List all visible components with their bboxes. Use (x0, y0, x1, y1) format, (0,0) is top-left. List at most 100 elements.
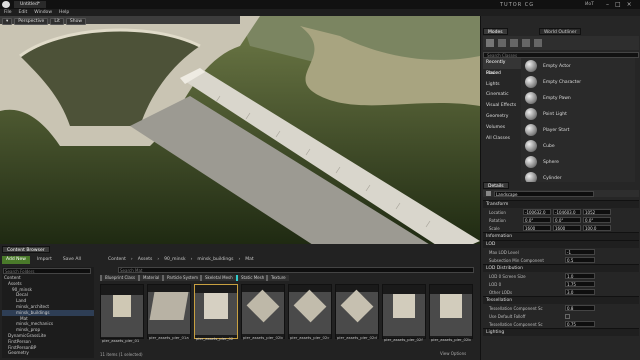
mesh-thumbnail (101, 295, 143, 337)
list-item[interactable]: Cylinder (525, 170, 635, 182)
category-geometry[interactable]: Geometry (483, 112, 521, 123)
list-item[interactable]: Sphere (525, 154, 635, 170)
list-item[interactable]: Empty Actor (525, 58, 635, 74)
place-mode-icon[interactable] (486, 39, 494, 47)
filter-material[interactable]: Material (138, 275, 163, 281)
menu-file[interactable]: File (4, 10, 12, 15)
category-cinematic[interactable]: Cinematic (483, 90, 521, 101)
list-item[interactable]: Point Light (525, 106, 635, 122)
tess1-field[interactable]: 0.8 (565, 305, 595, 311)
mesh-thumbnail (430, 294, 472, 336)
asset-tile[interactable]: pier_assets_pier_01a (147, 284, 191, 340)
category-basic[interactable]: Basic (483, 69, 521, 80)
section-tessellation[interactable]: Tessellation (483, 296, 639, 304)
max-lod-field[interactable]: -1 (565, 249, 595, 255)
import-button[interactable]: Import (33, 256, 56, 264)
default-falloff-checkbox[interactable] (565, 313, 570, 319)
location-x-field[interactable]: -100632.0 (523, 209, 551, 215)
menu-help[interactable]: Help (59, 10, 69, 15)
scale-x-field[interactable]: 1600 (523, 225, 551, 231)
list-item[interactable]: Player Start (525, 122, 635, 138)
close-icon[interactable]: × (627, 1, 632, 8)
cylinder-icon (525, 172, 537, 182)
scale-y-field[interactable]: 1600 (553, 225, 581, 231)
lod0-field[interactable]: 1.0 (565, 273, 595, 279)
category-all-classes[interactable]: All Classes (483, 134, 521, 145)
asset-tile[interactable]: pier_assets_pier_02c (288, 284, 332, 340)
title-bar: Untitled* TUTOR CG ИоТ – □ × (0, 0, 640, 9)
search-assets-input[interactable]: Search Mat (118, 267, 474, 273)
scale-z-field[interactable]: 100.0 (583, 225, 611, 231)
section-lod[interactable]: LOD (483, 240, 639, 248)
tab-content-browser[interactable]: Content Browser (2, 246, 50, 253)
section-lighting[interactable]: Lighting (483, 328, 639, 336)
rotation-x-field[interactable]: 0.0° (523, 217, 551, 223)
section-transform[interactable]: Transform (483, 200, 639, 208)
tab-world-outliner[interactable]: World Outliner (539, 28, 582, 35)
list-item[interactable]: Empty Pawn (525, 90, 635, 106)
menu-window[interactable]: Window (34, 10, 52, 15)
save-all-button[interactable]: Save All (59, 256, 85, 264)
list-item[interactable]: Cube (525, 138, 635, 154)
tree-item[interactable]: Geometry (2, 350, 94, 356)
category-visual-effects[interactable]: Visual Effects (483, 101, 521, 112)
lod-comp-field[interactable]: 0.5 (565, 257, 595, 263)
category-lights[interactable]: Lights (483, 80, 521, 91)
rotation-y-field[interactable]: 0.0° (553, 217, 581, 223)
section-information[interactable]: Information (483, 232, 639, 240)
tab-modes[interactable]: Modes (483, 28, 508, 35)
list-item[interactable]: Empty Character (525, 74, 635, 90)
filter-particle[interactable]: Particle System (162, 275, 201, 281)
level-viewport[interactable]: ▾ Perspective Lit Show (0, 16, 480, 244)
rotation-z-field[interactable]: 0.0° (583, 217, 611, 223)
section-lod-distribution[interactable]: LOD Distribution (483, 264, 639, 272)
asset-tile[interactable]: pier_assets_pier_01 (100, 284, 144, 343)
menu-edit[interactable]: Edit (19, 10, 28, 15)
filter-skeletal-mesh[interactable]: Skeletal Mesh (200, 275, 236, 281)
breadcrumb-minsk[interactable]: 90_minsk (164, 257, 185, 262)
foliage-mode-icon[interactable] (522, 39, 530, 47)
view-options-button[interactable]: View Options (440, 351, 466, 356)
lit-button[interactable]: Lit (50, 18, 64, 25)
right-panel: Modes World Outliner Search Classes Rece… (480, 16, 640, 360)
filter-static-mesh[interactable]: Static Mesh (236, 275, 268, 281)
filter-texture[interactable]: Texture (266, 275, 289, 281)
asset-tile[interactable]: pier_assets_pier_02b (241, 284, 285, 340)
content-toolbar: Add New Import Save All Content › Assets ›… (2, 255, 478, 264)
breadcrumb-mat[interactable]: Mat (245, 257, 253, 262)
tess3-field[interactable]: 0.75 (565, 321, 595, 327)
breadcrumb-minsk-buildings[interactable]: minsk_buildings (197, 257, 233, 262)
other-lods-field[interactable]: 3.0 (565, 289, 595, 295)
perspective-button[interactable]: Perspective (14, 18, 49, 25)
tess2-label: Use Default Falloff (489, 313, 526, 319)
lod0-label: LOD 0 Screen Size (489, 273, 526, 279)
location-z-field[interactable]: 1052 (583, 209, 611, 215)
location-y-field[interactable]: -104603.0 (553, 209, 581, 215)
breadcrumb-content[interactable]: Content (108, 257, 126, 262)
paint-mode-icon[interactable] (498, 39, 506, 47)
geometry-mode-icon[interactable] (534, 39, 542, 47)
add-new-button[interactable]: Add New (2, 255, 30, 264)
mesh-thumbnail (148, 292, 190, 334)
landscape-icon (486, 191, 491, 196)
filter-blueprint[interactable]: Blueprint Class (100, 275, 139, 281)
maximize-icon[interactable]: □ (615, 1, 621, 8)
minimize-icon[interactable]: – (606, 1, 609, 8)
asset-tile[interactable]: pier_assets_pier_02f (382, 284, 426, 342)
search-folders-input[interactable]: Search Folders (3, 268, 91, 274)
content-browser: Content Browser Add New Import Save All … (0, 244, 480, 360)
asset-tile[interactable]: pier_assets_pier_02b (429, 284, 473, 342)
breadcrumb-assets[interactable]: Assets (138, 257, 153, 262)
object-name-field[interactable]: Landscape (494, 190, 594, 197)
category-volumes[interactable]: Volumes (483, 123, 521, 134)
category-recently-placed[interactable]: Recently Placed (483, 58, 521, 76)
mesh-thumbnail (336, 289, 378, 334)
lod-field[interactable]: 1.75 (565, 281, 595, 287)
asset-tile-selected[interactable]: pier_assets_pier_02 (194, 284, 238, 341)
asset-tile[interactable]: pier_assets_pier_02d (335, 284, 379, 340)
level-tab[interactable]: Untitled* (14, 1, 47, 8)
viewport-options-button[interactable]: ▾ (2, 18, 13, 25)
show-button[interactable]: Show (65, 18, 87, 25)
tab-details[interactable]: Details (483, 182, 509, 189)
landscape-mode-icon[interactable] (510, 39, 518, 47)
